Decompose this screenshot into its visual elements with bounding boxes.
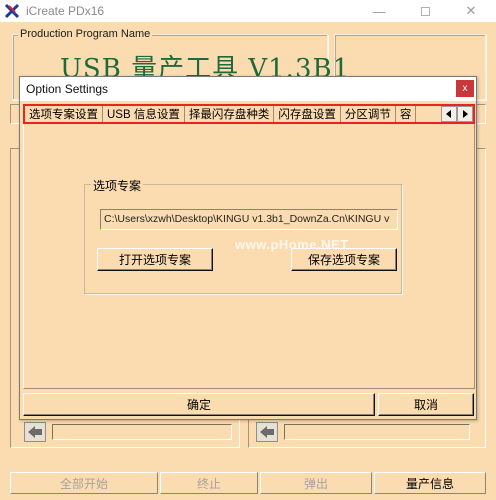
tab-capacity[interactable]: 容 [395, 106, 417, 122]
option-settings-dialog: Option Settings x 选项专案设置 USB 信息设置 择最闪存盘种… [19, 76, 477, 420]
tab-flash-settings[interactable]: 闪存盘设置 [274, 106, 341, 122]
stop-button[interactable]: 终止 [160, 472, 258, 494]
start-all-button[interactable]: 全部开始 [10, 472, 158, 494]
port-left-status-field [52, 424, 232, 440]
minimize-icon: — [372, 3, 386, 19]
tab-project-settings[interactable]: 选项专案设置 [25, 106, 103, 122]
program-name-group-label: Production Program Name [18, 28, 153, 40]
tab-usb-info[interactable]: USB 信息设置 [103, 106, 185, 122]
ok-button[interactable]: 确定 [23, 393, 375, 416]
arrow-left-icon [260, 426, 274, 438]
maximize-icon [420, 6, 430, 16]
eject-button[interactable]: 弹出 [260, 472, 372, 494]
triangle-right-icon [463, 110, 468, 118]
project-group: 选项专案 C:\Users\xzwh\Desktop\KINGU v1.3b1_… [84, 177, 402, 294]
close-button[interactable]: ✕ [448, 0, 494, 22]
project-path-field[interactable]: C:\Users\xzwh\Desktop\KINGU v1.3b1_DownZ… [100, 209, 398, 230]
save-project-button[interactable]: 保存选项专案 [291, 248, 397, 271]
close-icon: x [462, 83, 468, 94]
tab-panel-project-settings: 选项专案 C:\Users\xzwh\Desktop\KINGU v1.3b1_… [23, 124, 475, 389]
tab-partition[interactable]: 分区调节 [340, 106, 396, 122]
dialog-titlebar: Option Settings x [20, 77, 476, 101]
dialog-title: Option Settings [26, 82, 109, 96]
tab-scroll-left-button[interactable] [441, 106, 457, 122]
maximize-button[interactable] [402, 0, 448, 22]
window-title: iCreate PDx16 [26, 4, 105, 18]
arrow-left-icon [28, 426, 42, 438]
open-project-button[interactable]: 打开选项专案 [97, 248, 213, 271]
close-icon: ✕ [465, 3, 477, 18]
production-info-button[interactable]: 量产信息 [374, 472, 486, 494]
triangle-left-icon [446, 110, 451, 118]
app-icon [4, 3, 20, 19]
dialog-close-button[interactable]: x [456, 80, 474, 97]
port-left-arrow-button[interactable] [24, 422, 46, 442]
cancel-button[interactable]: 取消 [378, 393, 474, 416]
tab-scroll-right-button[interactable] [457, 106, 473, 122]
settings-tabstrip: 选项专案设置 USB 信息设置 择最闪存盘种类 闪存盘设置 分区调节 容 [23, 104, 475, 124]
tab-flash-type[interactable]: 择最闪存盘种类 [184, 106, 275, 122]
minimize-button[interactable]: — [356, 0, 402, 22]
window-titlebar: iCreate PDx16 — ✕ [0, 0, 496, 22]
port-right-arrow-button[interactable] [256, 422, 278, 442]
port-right-status-field [284, 424, 470, 440]
project-group-label: 选项专案 [91, 177, 144, 194]
